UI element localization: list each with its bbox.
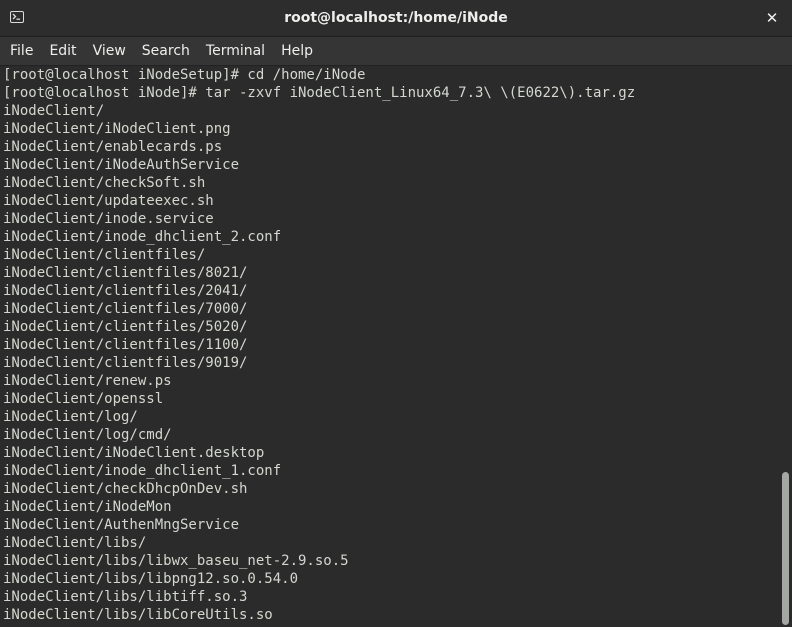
terminal-line: iNodeClient/openssl — [3, 391, 164, 407]
terminal-line: iNodeClient/inode_dhclient_2.conf — [3, 229, 282, 245]
terminal-line: iNodeClient/iNodeClient.png — [3, 121, 231, 137]
menu-file[interactable]: File — [2, 37, 41, 66]
terminal-window: root@localhost:/home/iNode ✕ File Edit V… — [0, 0, 792, 627]
terminal-icon[interactable] — [10, 11, 24, 23]
terminal-line: iNodeClient/clientfiles/7000/ — [3, 301, 248, 317]
terminal-line: iNodeClient/clientfiles/9019/ — [3, 355, 248, 371]
terminal-line: iNodeClient/iNodeAuthService — [3, 157, 240, 173]
terminal-line: iNodeClient/checkSoft.sh — [3, 175, 206, 191]
terminal-line: iNodeClient/iNodeClient.desktop — [3, 445, 265, 461]
terminal-line: iNodeClient/checkDhcpOnDev.sh — [3, 481, 248, 497]
terminal-line: iNodeClient/clientfiles/5020/ — [3, 319, 248, 335]
terminal-line: [root@localhost iNode]# tar -zxvf iNodeC… — [3, 85, 636, 101]
terminal-line: iNodeClient/enablecards.ps — [3, 139, 223, 155]
terminal-line: iNodeClient/libs/libpng12.so.0.54.0 — [3, 571, 299, 587]
terminal-line: iNodeClient/AuthenMngService — [3, 517, 240, 533]
menu-view[interactable]: View — [85, 37, 134, 66]
terminal-output[interactable]: [root@localhost iNodeSetup]# cd /home/iN… — [0, 66, 778, 627]
terminal-line: iNodeClient/ — [3, 103, 105, 119]
terminal-line: iNodeClient/clientfiles/8021/ — [3, 265, 248, 281]
menu-help[interactable]: Help — [273, 37, 321, 66]
terminal-line: iNodeClient/clientfiles/ — [3, 247, 206, 263]
menu-terminal[interactable]: Terminal — [198, 37, 273, 66]
terminal-line: iNodeClient/libs/libwx_baseu_net-2.9.so.… — [3, 553, 349, 569]
menu-edit[interactable]: Edit — [41, 37, 84, 66]
terminal-line: iNodeClient/inode_dhclient_1.conf — [3, 463, 282, 479]
window-title: root@localhost:/home/iNode — [284, 10, 508, 26]
terminal-line: iNodeClient/libs/ — [3, 535, 147, 551]
menu-search[interactable]: Search — [134, 37, 198, 66]
terminal-line: iNodeClient/libs/libtiff.so.3 — [3, 589, 248, 605]
terminal-line: iNodeClient/log/cmd/ — [3, 427, 172, 443]
terminal-line: iNodeClient/clientfiles/1100/ — [3, 337, 248, 353]
title-bar[interactable]: root@localhost:/home/iNode ✕ — [0, 0, 792, 37]
terminal-line: iNodeClient/updateexec.sh — [3, 193, 214, 209]
close-button[interactable]: ✕ — [762, 8, 782, 28]
terminal-line: iNodeClient/iNodeMon — [3, 499, 172, 515]
terminal-line: iNodeClient/inode.service — [3, 211, 214, 227]
scrollbar-thumb[interactable] — [782, 472, 789, 625]
terminal-line: iNodeClient/renew.ps — [3, 373, 172, 389]
terminal-line: iNodeClient/libs/libCoreUtils.so — [3, 607, 273, 623]
terminal-line: iNodeClient/clientfiles/2041/ — [3, 283, 248, 299]
terminal-line: [root@localhost iNodeSetup]# cd /home/iN… — [3, 67, 366, 83]
vertical-scrollbar[interactable] — [778, 66, 792, 627]
terminal-line: iNodeClient/log/ — [3, 409, 138, 425]
menu-bar: File Edit View Search Terminal Help — [0, 37, 792, 66]
